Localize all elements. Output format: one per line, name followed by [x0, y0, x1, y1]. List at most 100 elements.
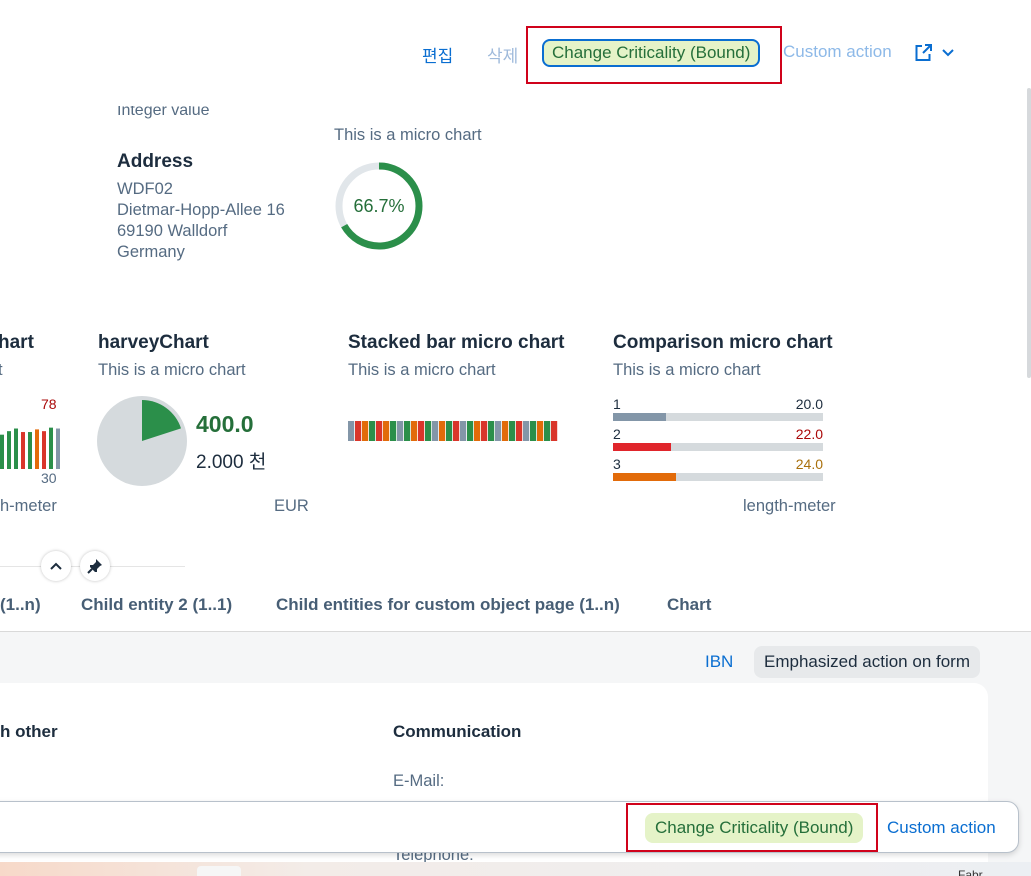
stacked-segment: [397, 421, 404, 441]
email-label: E-Mail:: [393, 772, 445, 790]
share-menu-button[interactable]: [913, 43, 955, 63]
tab-chart[interactable]: Chart: [667, 595, 711, 615]
stacked-segment: [439, 421, 446, 441]
stacked-segment: [446, 421, 453, 441]
column-bar: [7, 431, 11, 469]
stacked-segment: [474, 421, 481, 441]
column-chart-min-label: 30: [41, 470, 57, 486]
column-bar: [49, 427, 53, 469]
comparison-chart-title: Comparison micro chart: [613, 332, 833, 353]
address-lines: WDF02 Dietmar-Hopp-Allee 16 69190 Walldo…: [117, 179, 285, 263]
chevron-down-icon: [942, 49, 954, 57]
address-line: Germany: [117, 243, 185, 261]
harvey-chart-value: 400.0: [196, 411, 254, 437]
stacked-segment: [523, 421, 530, 441]
column-bar: [0, 434, 4, 469]
stacked-segment: [418, 421, 425, 441]
stacked-segment: [425, 421, 432, 441]
comparison-row[interactable]: 3 24.0: [613, 456, 823, 486]
stacked-segment: [369, 421, 376, 441]
taskbar-strip: [0, 862, 1031, 876]
column-bar: [14, 428, 18, 469]
stacked-bar-chart-subtitle: This is a micro chart: [348, 361, 496, 379]
pin-icon: [87, 559, 102, 574]
stacked-segment: [516, 421, 523, 441]
stacked-segment: [530, 421, 537, 441]
stacked-segment: [411, 421, 418, 441]
comparison-bar: [613, 473, 676, 481]
column-chart-subtitle: t: [0, 361, 3, 379]
column-chart-max-label: 78: [41, 396, 57, 412]
harvey-chart-subtitle: This is a micro chart: [98, 361, 246, 379]
emphasized-action-button[interactable]: Emphasized action on form: [754, 646, 980, 678]
stacked-segment: [481, 421, 488, 441]
chevron-up-icon: [50, 562, 62, 570]
stacked-segment: [362, 421, 369, 441]
address-line: 69190 Walldorf: [117, 222, 228, 240]
object-page-toolbar: 편집 삭제 Change Criticality (Bound) Custom …: [0, 38, 1031, 70]
column-chart-heading: hart t: [0, 320, 70, 520]
custom-action-button[interactable]: Custom action: [783, 42, 892, 62]
column-bar: [21, 432, 25, 469]
tab-child-entity-2[interactable]: Child entity 2 (1..1): [81, 595, 232, 615]
comparison-chart-unit: length-meter: [743, 497, 836, 515]
radial-chart-value: 66.7%: [353, 196, 405, 216]
stacked-segment: [467, 421, 474, 441]
harvey-chart-title: harveyChart: [98, 332, 209, 353]
column-bar: [42, 431, 46, 469]
stacked-segment: [551, 421, 558, 441]
collapse-header-button[interactable]: [41, 551, 71, 581]
tab-custom-object-page[interactable]: Child entities for custom object page (1…: [276, 595, 620, 615]
radial-chart-subtitle: This is a micro chart: [334, 126, 482, 144]
taskbar-text: Fabr: [958, 868, 983, 876]
stacked-bar-micro-chart[interactable]: [348, 421, 558, 441]
stacked-segment: [544, 421, 551, 441]
tab-child-entities[interactable]: (1..n): [0, 595, 41, 615]
stacked-segment: [355, 421, 362, 441]
address-line: Dietmar-Hopp-Allee 16: [117, 201, 285, 219]
stacked-segment: [502, 421, 509, 441]
vertical-scrollbar[interactable]: [1027, 88, 1031, 378]
stacked-segment: [488, 421, 495, 441]
stacked-segment: [348, 421, 355, 441]
highlight-frame-top: [526, 26, 782, 84]
comparison-row-value: 20.0: [795, 396, 823, 412]
harvey-micro-chart[interactable]: [97, 396, 187, 486]
group-title-other: h other: [0, 722, 58, 741]
stacked-segment: [432, 421, 439, 441]
share-icon: [915, 44, 932, 61]
column-bar: [35, 429, 39, 469]
truncated-field-label: Integer value: [117, 106, 210, 119]
edit-button[interactable]: 편집: [422, 42, 453, 67]
column-micro-chart[interactable]: [0, 425, 60, 469]
comparison-row[interactable]: 1 20.0: [613, 396, 823, 426]
harvey-chart-total: 2.000 천: [196, 452, 267, 473]
stacked-segment: [390, 421, 397, 441]
ibn-button[interactable]: IBN: [705, 652, 733, 672]
address-line: WDF02: [117, 180, 173, 198]
harvey-chart-unit: EUR: [274, 497, 309, 515]
delete-button[interactable]: 삭제: [487, 42, 518, 67]
footer-custom-action-button[interactable]: Custom action: [887, 818, 996, 838]
comparison-row-value: 24.0: [795, 456, 823, 472]
address-title: Address: [117, 151, 194, 172]
taskbar-tab[interactable]: [197, 866, 241, 876]
stacked-segment: [495, 421, 502, 441]
comparison-row-label: 2: [613, 426, 621, 442]
stacked-segment: [509, 421, 516, 441]
column-chart-unit: h-meter: [0, 497, 57, 515]
stacked-segment: [537, 421, 544, 441]
stacked-segment: [453, 421, 460, 441]
stacked-segment: [460, 421, 467, 441]
comparison-row[interactable]: 2 22.0: [613, 426, 823, 456]
stacked-bar-chart-title: Stacked bar micro chart: [348, 332, 565, 353]
stacked-segment: [376, 421, 383, 441]
pin-header-button[interactable]: [80, 551, 110, 581]
comparison-bar: [613, 413, 666, 421]
stacked-segment: [383, 421, 390, 441]
comparison-row-label: 3: [613, 456, 621, 472]
comparison-chart-subtitle: This is a micro chart: [613, 361, 761, 379]
comparison-row-value: 22.0: [795, 426, 823, 442]
column-bar: [28, 432, 32, 469]
column-chart-title: hart: [0, 332, 34, 353]
